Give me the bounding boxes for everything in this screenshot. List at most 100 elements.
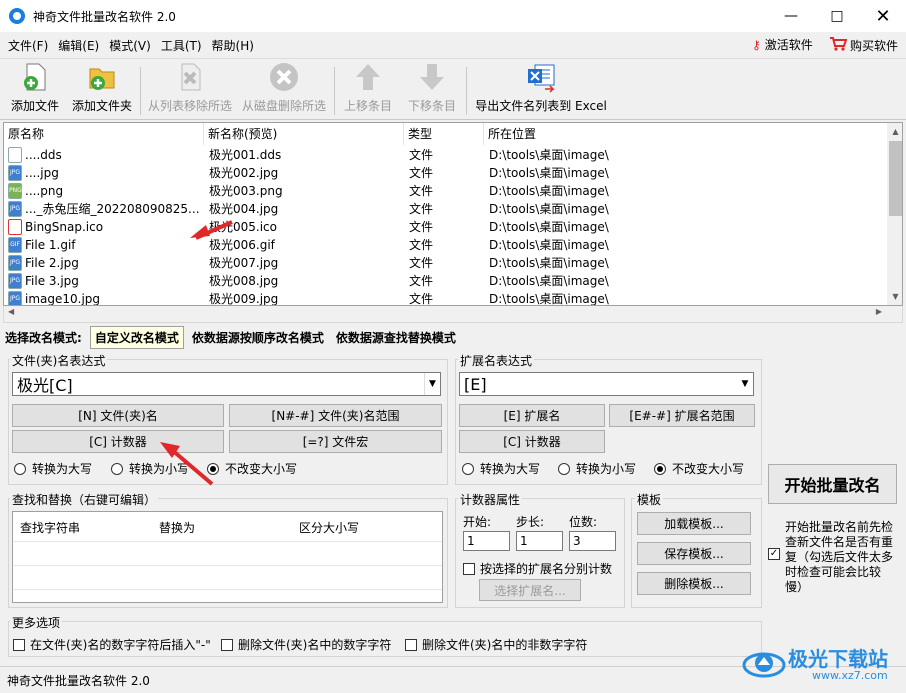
cell-new-name: 极光004.jpg (209, 202, 279, 216)
column-header-location[interactable]: 所在位置 (484, 123, 887, 145)
add-folder-button[interactable]: 添加文件夹 (68, 61, 136, 119)
delete-digits-checkbox[interactable]: 删除文件(夹)名中的数字字符 (221, 636, 391, 653)
cell-original-name: BingSnap.ico (25, 220, 104, 234)
insert-ext-counter-button[interactable]: [C] 计数器 (459, 430, 605, 453)
cell-new-name: 极光002.jpg (209, 166, 279, 180)
remove-from-list-label: 从列表移除所选 (147, 99, 232, 113)
table-row[interactable]: ....dds 极光001.dds 文件 D:\tools\桌面\image\ (4, 146, 887, 164)
checkbox-label: 删除文件(夹)名中的非数字字符 (422, 638, 588, 652)
scroll-left-arrow-icon[interactable]: ◀ (8, 307, 14, 316)
counter-step-input[interactable]: 1 (516, 531, 563, 551)
extension-expression-input[interactable]: [E] ▼ (459, 372, 754, 396)
cell-original-name: File 3.jpg (25, 274, 79, 288)
table-row[interactable]: JPG ....jpg 极光002.jpg 文件 D:\tools\桌面\image\ (4, 164, 887, 182)
name-keepcase-radio[interactable]: 不改变大小写 (207, 460, 297, 477)
precheck-checkbox[interactable]: ✓ (768, 548, 782, 562)
radio-circle-selected (654, 462, 666, 475)
counter-start-input[interactable]: 1 (463, 531, 510, 551)
insert-name-button[interactable]: [N] 文件(夹)名 (12, 404, 224, 427)
column-header-type[interactable]: 类型 (404, 123, 484, 145)
checkbox-label: 删除文件(夹)名中的数字字符 (238, 638, 392, 652)
name-expression-label: 文件(夹)名表达式 (10, 352, 108, 369)
delete-from-disk-label: 从磁盘删除所选 (241, 99, 326, 113)
key-icon: ⚷ (752, 37, 761, 52)
table-row[interactable]: BingSnap.ico 极光005.ico 文件 D:\tools\桌面\image… (4, 218, 887, 236)
table-row[interactable]: JPG image10.jpg 极光009.jpg 文件 D:\tools\桌面\ima… (4, 290, 887, 306)
table-row[interactable]: JPG File 2.jpg 极光007.jpg 文件 D:\tools\桌面\imag… (4, 254, 887, 272)
count-per-extension-checkbox[interactable]: 按选择的扩展名分别计数 (463, 560, 612, 577)
delete-template-button[interactable]: 删除模板... (637, 572, 751, 595)
insert-extension-button[interactable]: [E] 扩展名 (459, 404, 605, 427)
menu-mode[interactable]: 模式(V) (104, 37, 156, 54)
status-text: 神奇文件批量改名软件 2.0 (7, 673, 150, 688)
insert-file-macro-button[interactable]: [=?] 文件宏 (229, 430, 442, 453)
scroll-down-arrow-icon[interactable]: ▼ (887, 288, 902, 305)
vertical-scrollbar[interactable]: ▲ ▼ (887, 123, 902, 305)
table-row[interactable]: PNG ....png 极光003.png 文件 D:\tools\桌面\image\ (4, 182, 887, 200)
tab-datasource-replace-mode[interactable]: 依数据源查找替换模式 (332, 327, 460, 348)
menu-help[interactable]: 帮助(H) (207, 37, 259, 54)
activate-link[interactable]: ⚷ 激活软件 (752, 36, 813, 53)
minimize-button[interactable]: — (768, 0, 814, 32)
move-up-button[interactable]: 上移条目 (338, 61, 398, 119)
checkbox-box (221, 638, 233, 651)
insert-extension-range-button[interactable]: [E#-#] 扩展名范围 (609, 404, 755, 427)
table-row[interactable]: JPG File 3.jpg 极光008.jpg 文件 D:\tools\桌面\imag… (4, 272, 887, 290)
ext-keepcase-radio[interactable]: 不改变大小写 (654, 460, 744, 477)
counter-digits-input[interactable]: 3 (569, 531, 616, 551)
add-file-button[interactable]: 添加文件 (6, 61, 64, 119)
menu-tools[interactable]: 工具(T) (156, 37, 207, 54)
scroll-thumb[interactable] (889, 141, 902, 216)
cell-location: D:\tools\桌面\image\ (489, 148, 609, 162)
toolbar: 添加文件 添加文件夹 从列表移除所选 从磁盘删除所选 上移条目 下移条目 导出文… (0, 58, 906, 120)
name-lowercase-radio[interactable]: 转换为小写 (111, 460, 189, 477)
radio-circle (14, 462, 26, 475)
insert-name-range-button[interactable]: [N#-#] 文件(夹)名范围 (229, 404, 442, 427)
insert-counter-button[interactable]: [C] 计数器 (12, 430, 224, 453)
menu-edit[interactable]: 编辑(E) (53, 37, 104, 54)
buy-link[interactable]: 购买软件 (829, 36, 898, 55)
insert-dash-checkbox[interactable]: 在文件(夹)名的数字字符后插入"-" (13, 636, 211, 653)
save-template-button[interactable]: 保存模板... (637, 542, 751, 565)
load-template-button[interactable]: 加载模板... (637, 512, 751, 535)
cell-new-name: 极光003.png (209, 184, 283, 198)
find-replace-table[interactable]: 查找字符串 替换为 区分大小写 (12, 511, 443, 603)
remove-from-list-button[interactable]: 从列表移除所选 (144, 61, 236, 119)
scroll-up-arrow-icon[interactable]: ▲ (887, 123, 902, 140)
cell-type: 文件 (409, 292, 434, 306)
tab-datasource-order-mode[interactable]: 依数据源按顺序改名模式 (188, 327, 328, 348)
name-expression-input[interactable]: 极光[C] ▼ (12, 372, 441, 396)
ext-lowercase-radio[interactable]: 转换为小写 (558, 460, 636, 477)
move-down-button[interactable]: 下移条目 (402, 61, 462, 119)
delete-from-disk-button[interactable]: 从磁盘删除所选 (238, 61, 330, 119)
horizontal-scrollbar[interactable]: ◀ ▶ (3, 306, 903, 323)
file-list[interactable]: 原名称 新名称(预览) 类型 所在位置 ....dds 极光001.dds 文件 D:… (3, 122, 903, 306)
menu-file[interactable]: 文件(F) (0, 37, 53, 54)
dropdown-arrow-icon[interactable]: ▼ (737, 373, 753, 395)
title-bar: 神奇文件批量改名软件 2.0 — □ ✕ (0, 0, 906, 32)
export-excel-button[interactable]: 导出文件名列表到 Excel (472, 61, 610, 119)
table-row[interactable]: JPG ..._赤兔压缩_202208090825... 极光004.jpg 文件 D:… (4, 200, 887, 218)
close-button[interactable]: ✕ (860, 0, 906, 32)
column-header-new-name[interactable]: 新名称(预览) (204, 123, 404, 145)
name-uppercase-radio[interactable]: 转换为大写 (14, 460, 92, 477)
cell-location: D:\tools\桌面\image\ (489, 166, 609, 180)
rename-mode-bar: 选择改名模式: 自定义改名模式 依数据源按顺序改名模式 依数据源查找替换模式 (3, 324, 903, 350)
ext-uppercase-radio[interactable]: 转换为大写 (462, 460, 540, 477)
table-row[interactable]: GIF File 1.gif 极光006.gif 文件 D:\tools\桌面\imag… (4, 236, 887, 254)
cell-location: D:\tools\桌面\image\ (489, 202, 609, 216)
maximize-button[interactable]: □ (814, 0, 860, 32)
dropdown-arrow-icon[interactable]: ▼ (424, 373, 440, 395)
delete-nondigits-checkbox[interactable]: 删除文件(夹)名中的非数字字符 (405, 636, 587, 653)
radio-label: 转换为小写 (576, 462, 637, 476)
radio-circle (462, 462, 474, 475)
column-header-original[interactable]: 原名称 (4, 123, 204, 145)
start-rename-button[interactable]: 开始批量改名 (768, 464, 897, 504)
cell-new-name: 极光009.jpg (209, 292, 279, 306)
watermark-text: 极光下载站 (788, 647, 888, 671)
gif-file-icon: GIF (8, 237, 22, 253)
tab-custom-mode[interactable]: 自定义改名模式 (89, 325, 184, 349)
scroll-right-arrow-icon[interactable]: ▶ (876, 307, 882, 316)
export-excel-label: 导出文件名列表到 Excel (475, 99, 607, 113)
choose-extension-button[interactable]: 选择扩展名... (479, 579, 581, 601)
